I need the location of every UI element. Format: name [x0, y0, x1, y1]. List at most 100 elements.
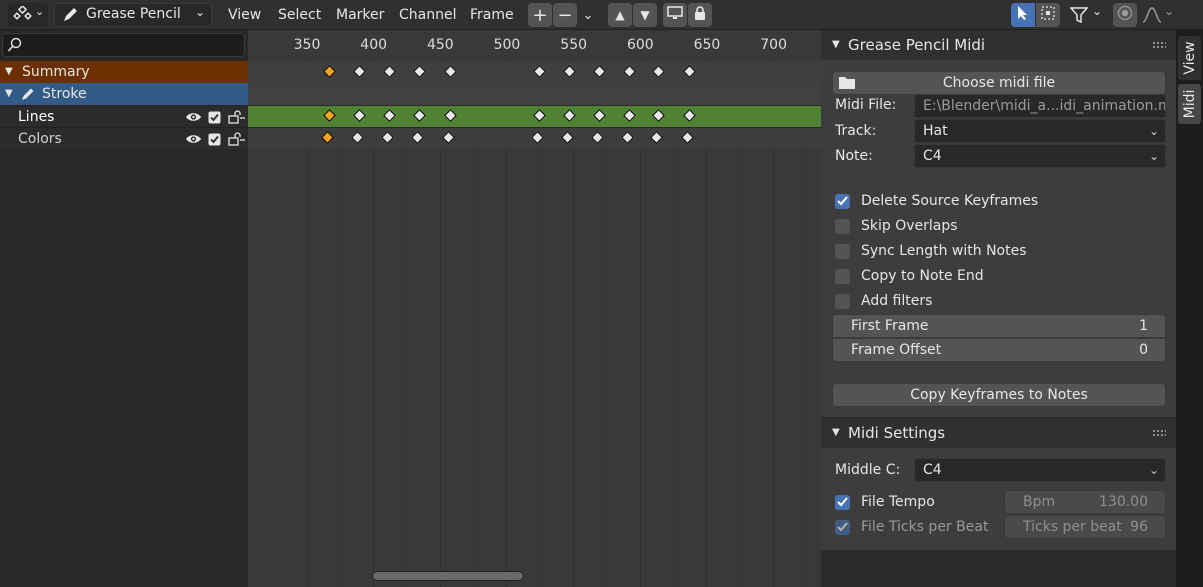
first-frame-field[interactable]: First Frame 1	[832, 314, 1166, 338]
chevron-down-icon: ⌄	[1092, 4, 1103, 18]
skip-overlaps-checkbox[interactable]: Skip Overlaps	[835, 216, 958, 236]
layer-options-button[interactable]: ⌄	[576, 3, 600, 27]
middle-c-label: Middle C:	[835, 462, 901, 478]
channel-region: ▼ Summary ▼ Stroke Lines Colors	[0, 30, 248, 587]
summary-label: Summary	[22, 64, 90, 80]
ticks-per-beat-field[interactable]: Ticks per beat 96	[1004, 515, 1166, 539]
checkbox-label: Delete Source Keyframes	[861, 193, 1039, 209]
tab-view[interactable]: View	[1178, 36, 1201, 80]
eye-icon[interactable]	[185, 106, 202, 128]
tab-label: View	[1181, 41, 1198, 75]
minus-icon: −	[557, 4, 573, 26]
checkbox-unchecked-icon	[835, 293, 850, 309]
channel-summary[interactable]: ▼ Summary	[0, 61, 248, 83]
drag-handle-icon[interactable]	[1152, 429, 1166, 437]
menu-frame[interactable]: Frame	[470, 0, 514, 30]
frame-tick-label: 400	[360, 37, 388, 53]
triangle-up-icon: ▲	[615, 8, 625, 22]
add-layer-button[interactable]: +	[528, 3, 552, 27]
drag-handle-icon[interactable]	[1152, 41, 1166, 49]
frame-tick-label: 550	[560, 37, 588, 53]
checkbox-label: File Ticks per Beat	[861, 519, 989, 535]
tab-midi[interactable]: Midi	[1178, 84, 1201, 124]
panel-header-midi-settings[interactable]: ▼ Midi Settings	[821, 418, 1176, 448]
file-ticks-per-beat-checkbox[interactable]: File Ticks per Beat	[835, 517, 988, 537]
channel-layer-colors[interactable]: Colors	[0, 127, 248, 149]
display-toggle-button[interactable]	[663, 3, 687, 27]
dopesheet-editor-icon	[13, 4, 33, 26]
eye-icon[interactable]	[185, 128, 202, 150]
menu-channel[interactable]: Channel	[399, 0, 456, 30]
horizontal-scrollbar[interactable]	[372, 571, 524, 581]
chevron-down-icon: ⌄	[1148, 124, 1159, 138]
unlock-icon[interactable]	[228, 128, 246, 150]
checkbox-checked-icon	[835, 193, 850, 209]
frame-ruler[interactable]	[248, 30, 821, 60]
file-tempo-checkbox[interactable]: File Tempo	[835, 492, 935, 512]
checkbox-label: File Tempo	[861, 494, 935, 510]
sidebar-tab-strip: View Midi	[1176, 30, 1203, 587]
channel-search-field[interactable]	[2, 33, 245, 57]
bpm-field[interactable]: Bpm 130.00	[1004, 490, 1166, 514]
chevron-down-icon: ⌄	[1148, 149, 1159, 163]
move-layer-down-button[interactable]: ▼	[633, 3, 657, 27]
note-dropdown[interactable]: C4 ⌄	[914, 144, 1166, 168]
middle-c-dropdown[interactable]: C4 ⌄	[914, 458, 1166, 482]
mode-label: Grease Pencil	[86, 6, 181, 22]
note-label: Note:	[835, 148, 873, 164]
menu-select[interactable]: Select	[278, 0, 321, 30]
frame-offset-field[interactable]: Frame Offset 0	[832, 338, 1166, 362]
lock-icon	[693, 5, 707, 25]
search-icon	[7, 37, 23, 57]
channel-layer-lines[interactable]: Lines	[0, 105, 248, 127]
move-layer-up-button[interactable]: ▲	[608, 3, 632, 27]
track-value: Hat	[923, 123, 948, 139]
mode-dropdown[interactable]: Grease Pencil ⌄	[54, 3, 212, 27]
panel-title: Midi Settings	[848, 424, 946, 442]
remove-layer-button[interactable]: −	[553, 3, 577, 27]
filter-dropdown[interactable]: ⌄	[1067, 3, 1107, 27]
select-tool-button[interactable]	[1011, 3, 1035, 27]
copy-keyframes-to-notes-button[interactable]: Copy Keyframes to Notes	[832, 383, 1166, 407]
panel-header-grease-pencil-midi[interactable]: ▼ Grease Pencil Midi	[821, 30, 1176, 60]
box-select-button[interactable]	[1036, 3, 1060, 27]
track-dropdown[interactable]: Hat ⌄	[914, 119, 1166, 143]
lock-toggle-button[interactable]	[688, 3, 712, 27]
stroke-keyframe-row[interactable]	[248, 83, 821, 105]
note-value: C4	[923, 148, 942, 164]
plus-icon: +	[532, 4, 548, 26]
editor-type-dropdown[interactable]: ⌄	[8, 3, 48, 27]
checkbox-icon[interactable]	[208, 128, 221, 150]
expand-triangle-icon[interactable]: ▼	[5, 61, 13, 83]
checkbox-unchecked-icon	[835, 268, 850, 284]
dopesheet-header: ⌄ Grease Pencil ⌄ View Select Marker Cha…	[0, 0, 1203, 30]
midi-file-label: Midi File:	[835, 97, 897, 113]
first-frame-value: 1	[1139, 318, 1148, 334]
timeline-region[interactable]: 350 400 450 500 550 600 650 700	[248, 30, 821, 587]
ticks-per-beat-label: Ticks per beat	[1023, 519, 1122, 535]
midi-file-field[interactable]: E:\Blender\midi_a...idi_animation.mid	[914, 94, 1166, 118]
channel-stroke[interactable]: ▼ Stroke	[0, 83, 248, 105]
delete-source-keyframes-checkbox[interactable]: Delete Source Keyframes	[835, 191, 1038, 211]
panel-collapse-triangle-icon: ▼	[832, 427, 840, 438]
sync-length-with-notes-checkbox[interactable]: Sync Length with Notes	[835, 241, 1027, 261]
copy-to-note-end-checkbox[interactable]: Copy to Note End	[835, 266, 984, 286]
proportional-edit-button[interactable]	[1113, 3, 1137, 27]
choose-midi-file-button[interactable]: Choose midi file	[832, 71, 1166, 95]
tab-label: Midi	[1181, 89, 1198, 119]
checkbox-label: Add filters	[861, 293, 933, 309]
menu-marker[interactable]: Marker	[336, 0, 384, 30]
checkbox-label: Skip Overlaps	[861, 218, 958, 234]
checkbox-checked-icon	[835, 519, 850, 535]
menu-view[interactable]: View	[228, 0, 261, 30]
unlock-icon[interactable]	[228, 106, 246, 128]
frame-tick-label: 600	[626, 37, 654, 53]
checkbox-icon[interactable]	[208, 106, 221, 128]
frame-tick-label: 650	[693, 37, 721, 53]
frame-tick-label: 450	[426, 37, 454, 53]
chevron-down-icon: ⌄	[582, 7, 594, 23]
filter-funnel-icon	[1069, 6, 1089, 28]
add-filters-checkbox[interactable]: Add filters	[835, 291, 932, 311]
expand-triangle-icon[interactable]: ▼	[5, 83, 13, 105]
falloff-dropdown[interactable]: ⌄	[1139, 3, 1177, 27]
